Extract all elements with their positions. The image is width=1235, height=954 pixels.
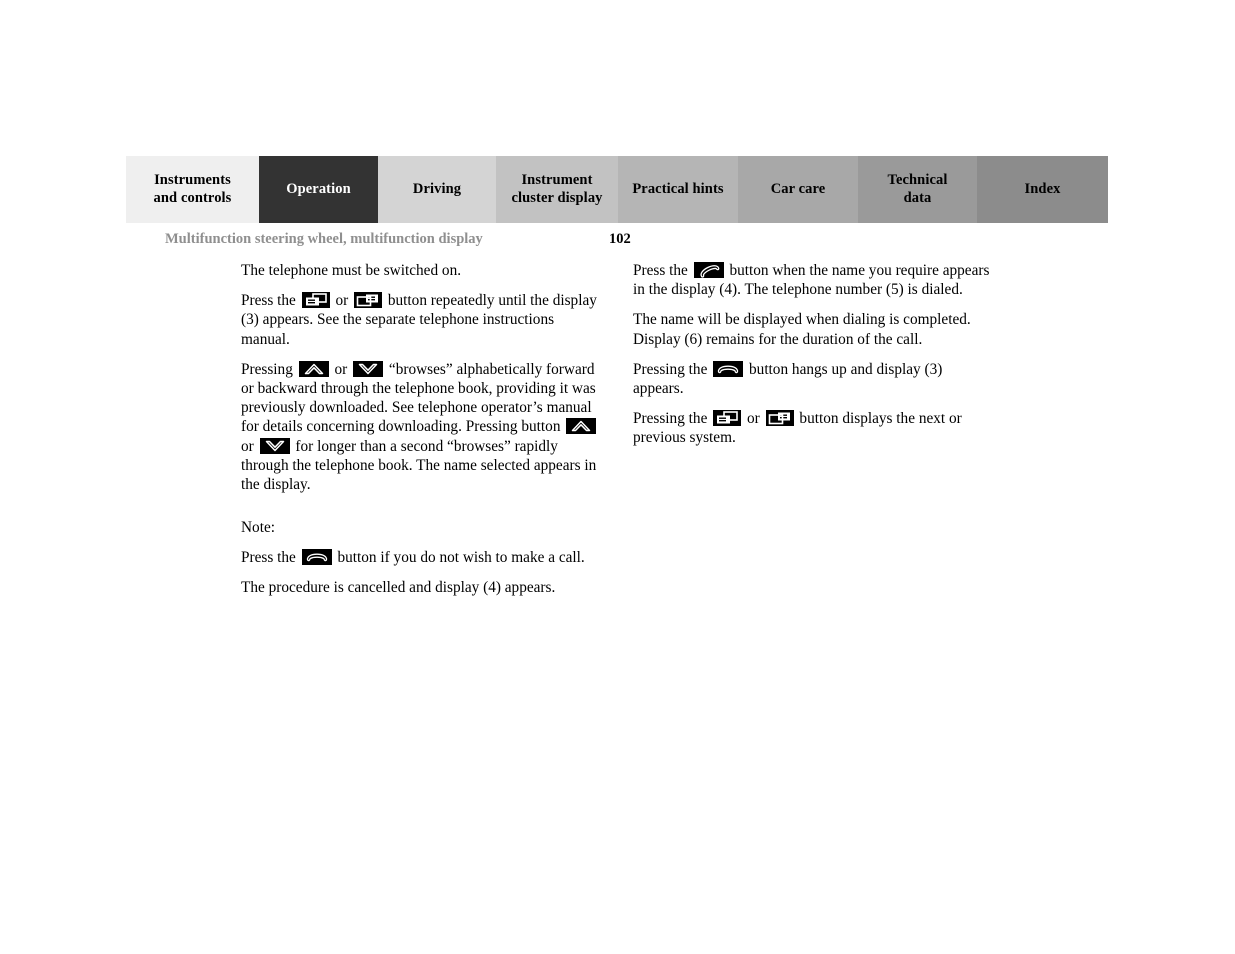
browse-up-button-icon[interactable] (298, 360, 329, 377)
paragraph-text: Pressing the (633, 360, 708, 378)
note-label-text: Note: (241, 519, 275, 537)
tab-label-line: Car care (770, 180, 826, 197)
left-text-column: The telephone must be switched on. Press… (241, 261, 601, 609)
paragraph-text: Press the (241, 549, 296, 567)
running-header: Multifunction steering wheel, multifunct… (165, 231, 1105, 251)
paragraph-cancel-call: Press the button if you do not wish to m… (241, 548, 601, 567)
paragraph-text: Press the (633, 262, 688, 279)
paragraph-telephone-switched-on: The telephone must be switched on. (241, 261, 601, 280)
paragraph-text: Press the (241, 292, 296, 310)
tab-label-line: Technical (887, 171, 948, 188)
tab-instrument-cluster-display[interactable]: Instrument cluster display (496, 156, 618, 223)
paragraph-text: for longer than a second “browses” rapid… (241, 437, 597, 493)
paragraph-press-system-button: Press the or button repeatedly until the… (241, 291, 601, 349)
paragraph-browsing-telephone-book: Pressing or “browses” alphabetically for… (241, 360, 601, 494)
paragraph-press-call-button: Press the button when the name you requi… (633, 261, 993, 299)
next-system-button-icon[interactable] (301, 292, 330, 309)
previous-system-button-icon[interactable] (765, 410, 794, 427)
tab-operation[interactable]: Operation (259, 156, 378, 223)
paragraph-text: The telephone must be switched on. (241, 262, 462, 279)
browse-down-button-icon[interactable] (353, 360, 384, 377)
paragraph-next-previous-system: Pressing the or button displays the next… (633, 409, 993, 447)
next-system-button-icon[interactable] (713, 410, 742, 427)
tab-label-line: Practical hints (632, 180, 724, 197)
page-number: 102 (609, 231, 631, 247)
paragraph-text: The name will be displayed when dialing … (633, 311, 971, 348)
paragraph-text: Pressing (241, 360, 293, 378)
tab-car-care[interactable]: Car care (738, 156, 858, 223)
tab-label-line: Driving (412, 180, 462, 197)
paragraph-text: Pressing the (633, 410, 708, 428)
paragraph-text: or (335, 292, 349, 310)
tab-index[interactable]: Index (977, 156, 1108, 223)
paragraph-name-displayed: The name will be displayed when dialing … (633, 310, 993, 348)
tab-label-line: Instrument (521, 171, 593, 188)
tab-instruments-and-controls[interactable]: Instruments and controls (126, 156, 259, 223)
paragraph-text: The procedure is cancelled and display (… (241, 579, 556, 597)
tab-label-line: Instruments (154, 171, 231, 188)
chapter-tab-bar: Instruments and controls Operation Drivi… (126, 156, 1108, 223)
paragraph-hang-up: Pressing the button hangs up and display… (633, 360, 993, 398)
tab-label-line: Index (1024, 180, 1061, 197)
paragraph-text: or (241, 437, 254, 455)
tab-driving[interactable]: Driving (378, 156, 496, 223)
hang-up-phone-button-icon[interactable] (301, 549, 332, 566)
tab-practical-hints[interactable]: Practical hints (618, 156, 738, 223)
tab-label-line: data (903, 189, 932, 206)
previous-system-button-icon[interactable] (354, 292, 383, 309)
tab-label-line: cluster display (511, 189, 603, 206)
tab-label-line: and controls (153, 189, 232, 206)
paragraph-text: button if you do not wish to make a call… (337, 549, 585, 567)
paragraph-text: or (334, 360, 348, 378)
right-text-column: Press the button when the name you requi… (633, 261, 993, 459)
browse-down-button-icon[interactable] (259, 437, 290, 454)
paragraph-text: “browses” alphabetically forward or back… (241, 360, 596, 436)
tab-label-line: Operation (286, 180, 351, 197)
tab-technical-data[interactable]: Technical data (858, 156, 977, 223)
call-phone-button-icon[interactable] (693, 262, 724, 278)
note-label: Note: (241, 518, 601, 537)
paragraph-procedure-cancelled: The procedure is cancelled and display (… (241, 578, 601, 597)
browse-up-button-icon[interactable] (566, 418, 597, 435)
section-title: Multifunction steering wheel, multifunct… (165, 231, 483, 247)
hang-up-phone-button-icon[interactable] (713, 360, 744, 377)
paragraph-text: or (747, 410, 760, 428)
